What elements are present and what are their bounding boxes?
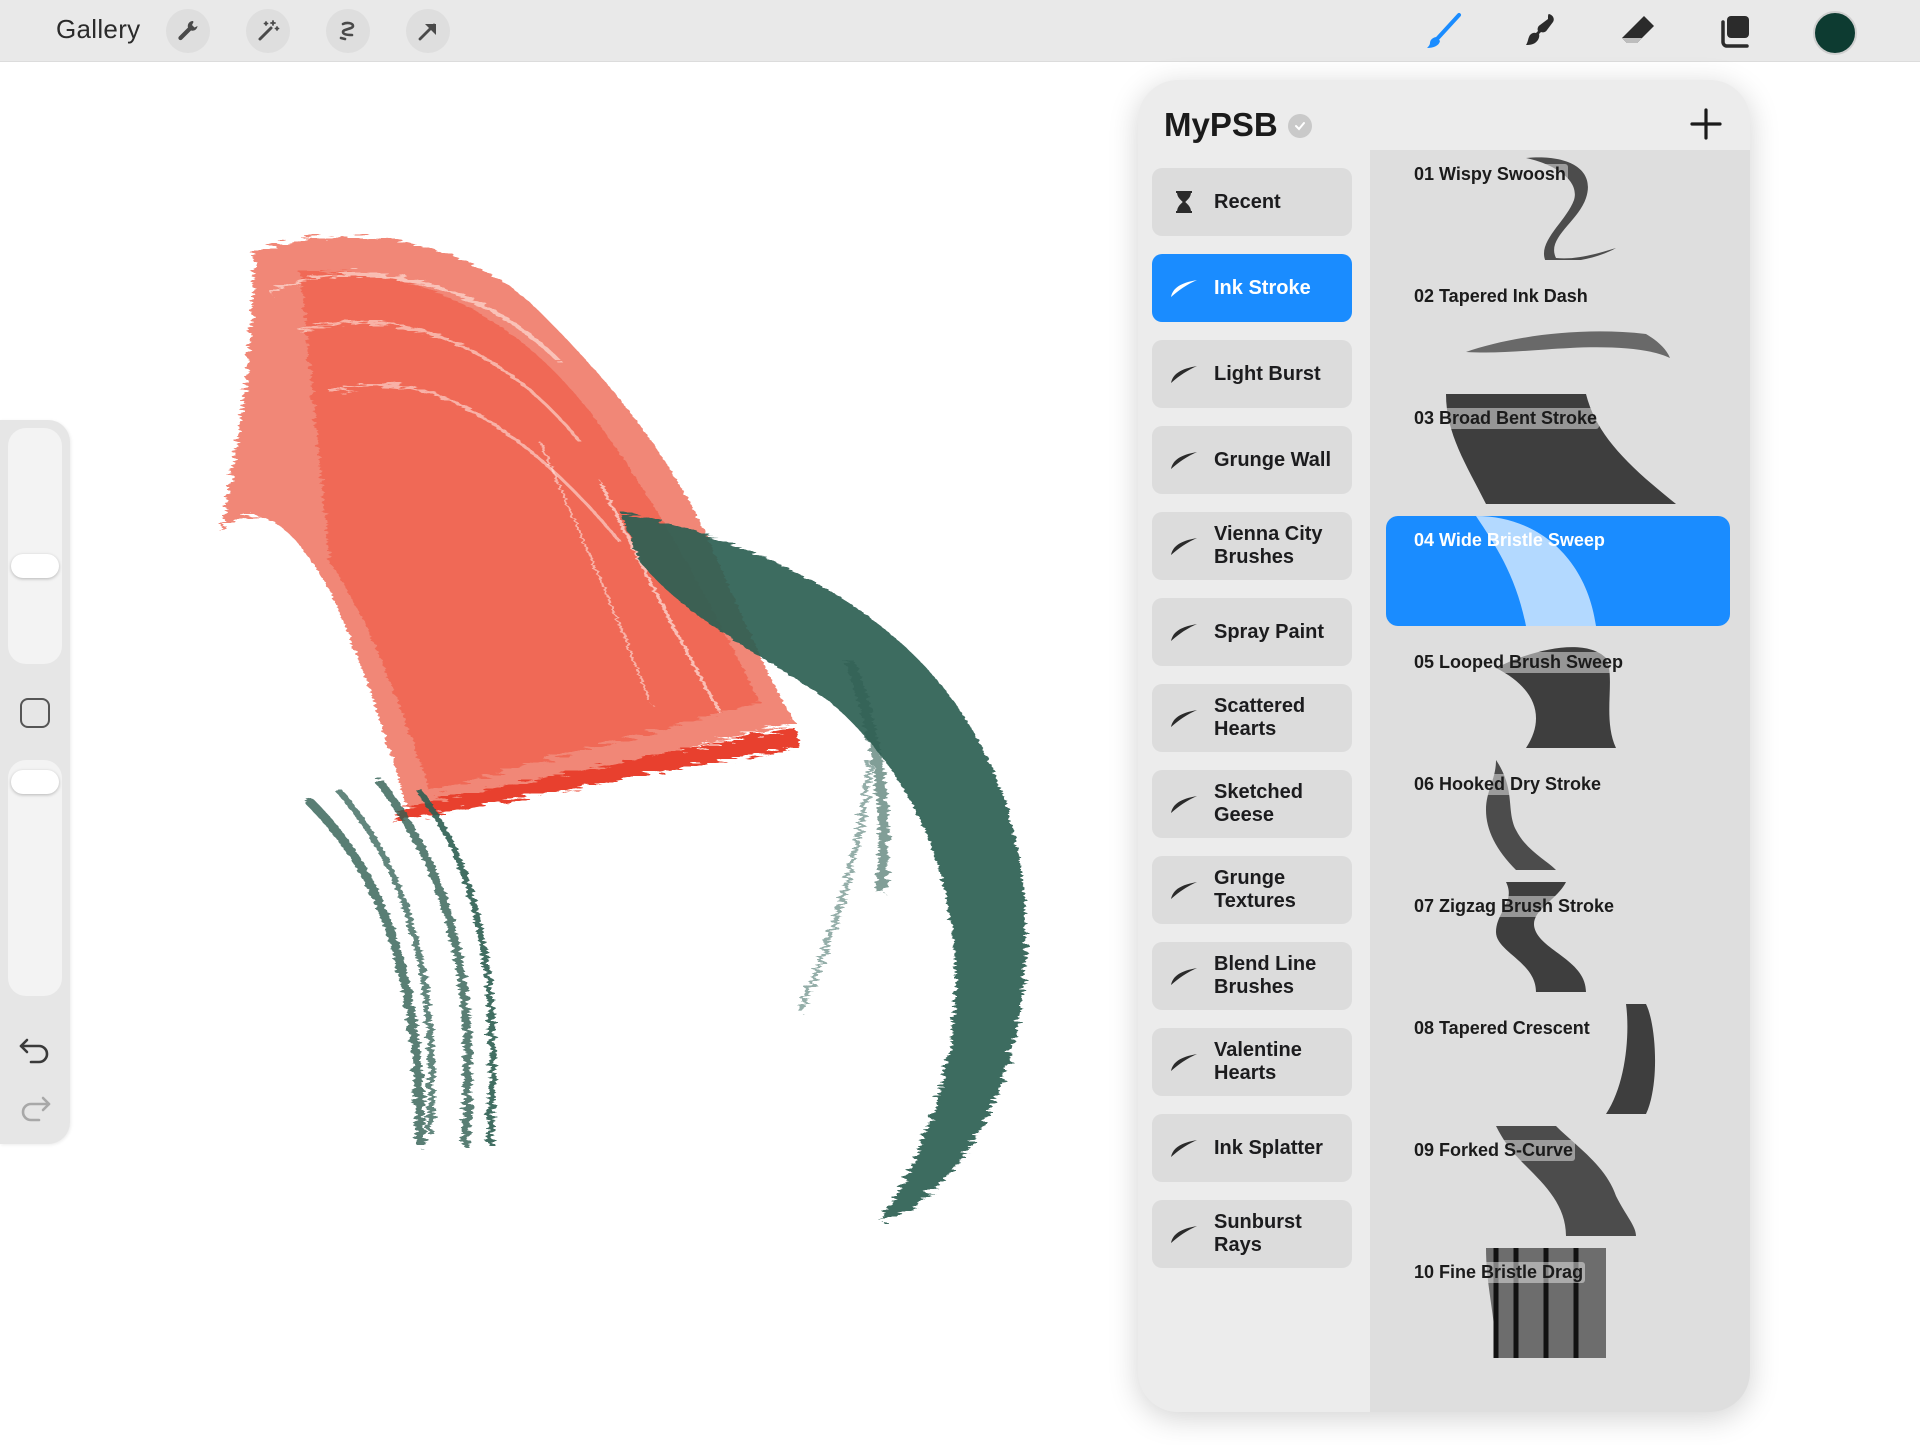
brush-item[interactable]: 05 Looped Brush Sweep: [1386, 638, 1730, 748]
transform-arrow-icon: [415, 18, 441, 44]
brush-size-slider[interactable]: [8, 428, 62, 664]
brush-stroke-icon: [1170, 1048, 1198, 1076]
brush-item[interactable]: 02 Tapered Ink Dash: [1386, 272, 1730, 382]
undo-icon: [17, 1038, 53, 1068]
library-title: MyPSB: [1164, 106, 1278, 143]
set-label: Ink Stroke: [1214, 276, 1311, 299]
redo-button[interactable]: [17, 1092, 53, 1122]
set-label: Light Burst: [1214, 362, 1321, 385]
brushes-list: 01 Wispy Swoosh 02 Tapered Ink Dash 03 B…: [1370, 150, 1750, 1412]
set-grunge-wall[interactable]: Grunge Wall: [1152, 426, 1352, 494]
layers-button[interactable]: [1712, 8, 1760, 54]
set-light-burst[interactable]: Light Burst: [1152, 340, 1352, 408]
top-toolbar: Gallery: [0, 0, 1920, 62]
brush-label: 02 Tapered Ink Dash: [1412, 286, 1590, 307]
brush-stroke-icon: [1170, 962, 1198, 990]
brush-item[interactable]: 08 Tapered Crescent: [1386, 1004, 1730, 1114]
brush-item[interactable]: 01 Wispy Swoosh: [1386, 150, 1730, 260]
set-sketched-geese[interactable]: Sketched Geese: [1152, 770, 1352, 838]
set-label: Grunge Wall: [1214, 448, 1332, 471]
brush-stroke-icon: [1170, 876, 1198, 904]
set-label: Spray Paint: [1214, 620, 1325, 643]
selection-icon: [335, 18, 361, 44]
brush-label: 10 Fine Bristle Drag: [1412, 1262, 1586, 1283]
brush-item[interactable]: 07 Zigzag Brush Stroke: [1386, 882, 1730, 992]
brush-stroke-icon: [1170, 1134, 1198, 1162]
brush-item[interactable]: 06 Hooked Dry Stroke: [1386, 760, 1730, 870]
set-label: Valentine Hearts: [1214, 1039, 1302, 1084]
set-spray-paint[interactable]: Spray Paint: [1152, 598, 1352, 666]
set-label: Recent: [1214, 190, 1281, 213]
brush-item[interactable]: 04 Wide Bristle Sweep: [1386, 516, 1730, 626]
brush-item[interactable]: 10 Fine Bristle Drag: [1386, 1248, 1730, 1358]
modify-button[interactable]: [20, 698, 50, 728]
set-label: Vienna City Brushes: [1214, 523, 1323, 568]
set-label: Sunburst Rays: [1214, 1211, 1302, 1256]
smudge-icon: [1519, 10, 1561, 52]
brush-stroke-icon: [1170, 704, 1198, 732]
eraser-icon: [1617, 10, 1659, 52]
transform-button[interactable]: [406, 9, 450, 53]
brush-library-panel: MyPSB Recent Ink Stroke Light Burst Grun…: [1138, 80, 1750, 1412]
brush-stroke-icon: [1170, 274, 1198, 302]
brush-stroke-icon: [1170, 446, 1198, 474]
brush-stroke-icon: [1170, 1220, 1198, 1248]
hourglass-icon: [1170, 188, 1198, 216]
brush-label: 09 Forked S-Curve: [1412, 1140, 1576, 1161]
wrench-icon: [175, 18, 201, 44]
set-blend-line-brushes[interactable]: Blend Line Brushes: [1152, 942, 1352, 1010]
set-ink-stroke[interactable]: Ink Stroke: [1152, 254, 1352, 322]
set-label: Ink Splatter: [1214, 1136, 1323, 1159]
brush-item[interactable]: 03 Broad Bent Stroke: [1386, 394, 1730, 504]
brush-label: 05 Looped Brush Sweep: [1412, 652, 1626, 673]
brush-label: 03 Broad Bent Stroke: [1412, 408, 1600, 429]
actions-wrench-button[interactable]: [166, 9, 210, 53]
redo-icon: [17, 1096, 53, 1126]
set-recent[interactable]: Recent: [1152, 168, 1352, 236]
set-scattered-hearts[interactable]: Scattered Hearts: [1152, 684, 1352, 752]
green-thin-strokes: [305, 778, 496, 1147]
add-brush-set-button[interactable]: [1686, 104, 1726, 144]
brush-label: 08 Tapered Crescent: [1412, 1018, 1592, 1039]
smudge-tool-button[interactable]: [1516, 8, 1564, 54]
magic-wand-icon: [255, 18, 281, 44]
opacity-slider[interactable]: [8, 760, 62, 996]
brush-stroke-icon: [1170, 360, 1198, 388]
brush-label: 06 Hooked Dry Stroke: [1412, 774, 1604, 795]
gallery-button[interactable]: Gallery: [56, 14, 140, 45]
brush-label: 07 Zigzag Brush Stroke: [1412, 896, 1617, 917]
eraser-tool-button[interactable]: [1614, 8, 1662, 54]
brush-stroke-icon: [1170, 790, 1198, 818]
set-label: Scattered Hearts: [1214, 695, 1306, 740]
left-sidebar: [0, 420, 70, 1144]
brush-item[interactable]: 09 Forked S-Curve: [1386, 1126, 1730, 1236]
set-valentine-hearts[interactable]: Valentine Hearts: [1152, 1028, 1352, 1096]
undo-button[interactable]: [17, 1034, 53, 1064]
set-vienna-city-brushes[interactable]: Vienna City Brushes: [1152, 512, 1352, 580]
brush-stroke-icon: [1170, 618, 1198, 646]
brush-label: 01 Wispy Swoosh: [1412, 164, 1568, 185]
set-label: Blend Line Brushes: [1214, 953, 1317, 998]
checkmark-icon: [1288, 114, 1312, 138]
layers-icon: [1715, 10, 1757, 52]
paint-brush-icon: [1423, 10, 1465, 52]
set-ink-splatter[interactable]: Ink Splatter: [1152, 1114, 1352, 1182]
set-label: Grunge Textures: [1214, 867, 1296, 912]
brush-stroke-icon: [1170, 532, 1198, 560]
opacity-thumb[interactable]: [11, 770, 59, 794]
adjustments-wand-button[interactable]: [246, 9, 290, 53]
red-brush-stroke: [220, 236, 800, 822]
selection-button[interactable]: [326, 9, 370, 53]
set-grunge-textures[interactable]: Grunge Textures: [1152, 856, 1352, 924]
brush-size-thumb[interactable]: [11, 554, 59, 578]
brush-tool-button[interactable]: [1420, 8, 1468, 54]
brush-label: 04 Wide Bristle Sweep: [1414, 530, 1605, 550]
plus-icon: [1686, 108, 1726, 148]
set-sunburst-rays[interactable]: Sunburst Rays: [1152, 1200, 1352, 1268]
set-label: Sketched Geese: [1214, 781, 1303, 826]
color-picker-button[interactable]: [1813, 11, 1857, 55]
